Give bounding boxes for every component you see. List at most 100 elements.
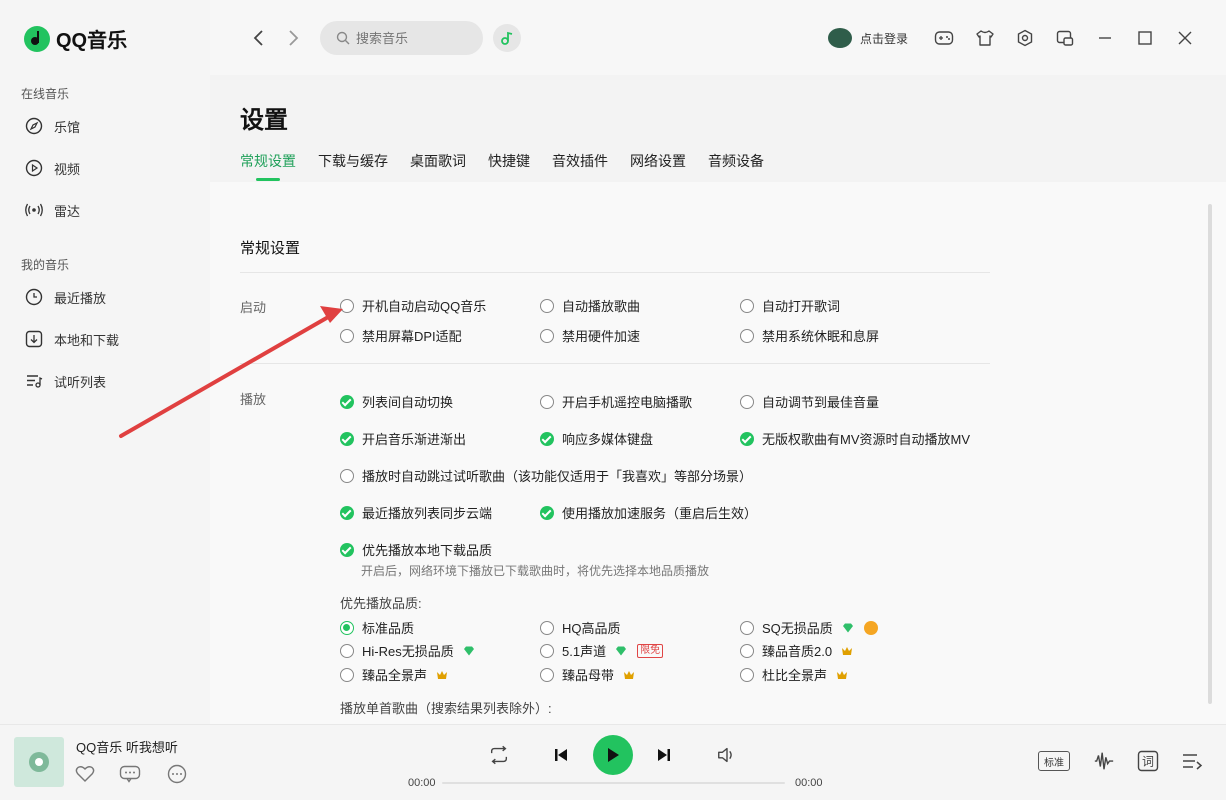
checkbox[interactable] bbox=[340, 298, 354, 313]
more-button[interactable] bbox=[166, 763, 188, 785]
radio[interactable] bbox=[740, 667, 754, 682]
music-recognition-button[interactable] bbox=[493, 24, 521, 52]
checkbox-checked[interactable] bbox=[540, 431, 554, 446]
tab-audio-plugins[interactable]: 音效插件 bbox=[552, 151, 608, 181]
page-title: 设置 bbox=[240, 107, 288, 134]
checkbox[interactable] bbox=[340, 328, 354, 343]
login-button[interactable]: 点击登录 bbox=[828, 28, 908, 48]
minimize-button[interactable] bbox=[1095, 28, 1115, 48]
radio[interactable] bbox=[540, 667, 554, 682]
sidebar-item-recent[interactable]: 最近播放 bbox=[24, 287, 106, 307]
quality-master2[interactable]: 臻品音质2.0 bbox=[740, 641, 853, 660]
sidebar-item-trial-list[interactable]: 试听列表 bbox=[24, 371, 106, 391]
close-button[interactable] bbox=[1175, 28, 1195, 48]
forward-button[interactable] bbox=[282, 26, 306, 50]
checkbox-checked[interactable] bbox=[340, 505, 354, 520]
playlist-button[interactable] bbox=[1181, 751, 1203, 773]
tab-audio-device[interactable]: 音频设备 bbox=[708, 151, 764, 181]
mini-mode-button[interactable] bbox=[1055, 28, 1075, 48]
quality-sq[interactable]: SQ无损品质 bbox=[740, 618, 878, 637]
diamond-icon bbox=[842, 623, 853, 632]
option-auto-start[interactable]: 开机自动启动QQ音乐 bbox=[340, 296, 486, 315]
scrollbar[interactable] bbox=[1208, 204, 1212, 704]
tab-general[interactable]: 常规设置 bbox=[240, 151, 296, 181]
like-button[interactable] bbox=[74, 763, 96, 785]
checkbox-checked[interactable] bbox=[540, 505, 554, 520]
maximize-button[interactable] bbox=[1135, 28, 1155, 48]
option-label: 开机自动启动QQ音乐 bbox=[362, 299, 487, 314]
option-disable-hw-accel[interactable]: 禁用硬件加速 bbox=[540, 326, 640, 345]
option-phone-remote[interactable]: 开启手机遥控电脑播歌 bbox=[540, 392, 692, 411]
checkbox[interactable] bbox=[540, 328, 554, 343]
option-label: 播放时自动跳过试听歌曲（该功能仅适用于「我喜欢」等部分场景） bbox=[362, 469, 753, 484]
checkbox-checked[interactable] bbox=[340, 542, 354, 557]
checkbox[interactable] bbox=[340, 468, 354, 483]
sidebar-item-local-download[interactable]: 本地和下载 bbox=[24, 329, 119, 349]
checkbox[interactable] bbox=[740, 328, 754, 343]
option-accel-service[interactable]: 使用播放加速服务（重启后生效） bbox=[540, 503, 757, 522]
app-logo[interactable]: QQ音乐 bbox=[24, 24, 127, 53]
gamepad-button[interactable] bbox=[934, 28, 954, 48]
sound-effects-button[interactable] bbox=[1093, 750, 1115, 772]
search-input[interactable] bbox=[356, 30, 466, 46]
option-auto-lyrics[interactable]: 自动打开歌词 bbox=[740, 296, 840, 315]
sidebar-item-video[interactable]: 视频 bbox=[24, 158, 80, 178]
option-sync-recent[interactable]: 最近播放列表同步云端 bbox=[340, 503, 492, 522]
radio[interactable] bbox=[340, 643, 354, 658]
option-auto-volume[interactable]: 自动调节到最佳音量 bbox=[740, 392, 879, 411]
tab-desktop-lyrics[interactable]: 桌面歌词 bbox=[410, 151, 466, 181]
option-fade[interactable]: 开启音乐渐进渐出 bbox=[340, 429, 466, 448]
radio[interactable] bbox=[740, 620, 754, 635]
radio[interactable] bbox=[740, 643, 754, 658]
checkbox[interactable] bbox=[740, 298, 754, 313]
option-media-keys[interactable]: 响应多媒体键盘 bbox=[540, 429, 653, 448]
loop-mode-button[interactable] bbox=[488, 744, 510, 766]
volume-button[interactable] bbox=[716, 744, 738, 766]
option-disable-dpi[interactable]: 禁用屏幕DPI适配 bbox=[340, 326, 462, 345]
checkbox-checked[interactable] bbox=[340, 431, 354, 446]
option-auto-mv[interactable]: 无版权歌曲有MV资源时自动播放MV bbox=[740, 429, 970, 448]
song-title[interactable]: QQ音乐 听我想听 bbox=[76, 737, 178, 756]
settings-button[interactable] bbox=[1015, 28, 1035, 48]
previous-button[interactable] bbox=[550, 744, 572, 766]
comment-button[interactable] bbox=[119, 763, 141, 785]
checkbox[interactable] bbox=[740, 394, 754, 409]
option-local-quality[interactable]: 优先播放本地下载品质 bbox=[340, 540, 492, 559]
sidebar-item-music-hall[interactable]: 乐馆 bbox=[24, 116, 80, 136]
heart-icon bbox=[75, 766, 95, 782]
lyrics-button[interactable]: 词 bbox=[1137, 750, 1159, 772]
checkbox[interactable] bbox=[540, 298, 554, 313]
option-skip-trial[interactable]: 播放时自动跳过试听歌曲（该功能仅适用于「我喜欢」等部分场景） bbox=[340, 466, 752, 485]
quality-standard[interactable]: 标准品质 bbox=[340, 618, 414, 637]
sidebar-item-radar[interactable]: 雷达 bbox=[24, 200, 80, 220]
checkbox-checked[interactable] bbox=[740, 431, 754, 446]
radio-selected[interactable] bbox=[340, 620, 354, 635]
option-label: SQ无损品质 bbox=[762, 621, 833, 636]
quality-atmos-premium[interactable]: 臻品全景声 bbox=[340, 665, 448, 684]
progress-bar[interactable] bbox=[442, 782, 785, 784]
video-icon bbox=[24, 158, 44, 178]
skin-button[interactable] bbox=[975, 28, 995, 48]
radio[interactable] bbox=[540, 643, 554, 658]
quality-hq[interactable]: HQ高品质 bbox=[540, 618, 621, 637]
option-auto-switch-list[interactable]: 列表间自动切换 bbox=[340, 392, 453, 411]
checkbox[interactable] bbox=[540, 394, 554, 409]
album-cover[interactable] bbox=[14, 737, 64, 787]
search-box[interactable] bbox=[320, 21, 483, 55]
quality-hires[interactable]: Hi-Res无损品质 bbox=[340, 641, 475, 660]
tab-shortcuts[interactable]: 快捷键 bbox=[488, 151, 530, 181]
next-button[interactable] bbox=[653, 744, 675, 766]
tab-network[interactable]: 网络设置 bbox=[630, 151, 686, 181]
tab-download-cache[interactable]: 下载与缓存 bbox=[318, 151, 388, 181]
play-button[interactable] bbox=[593, 735, 633, 775]
quality-master-tape[interactable]: 臻品母带 bbox=[540, 665, 635, 684]
quality-51[interactable]: 5.1声道 限免 bbox=[540, 641, 664, 660]
checkbox-checked[interactable] bbox=[340, 394, 354, 409]
option-auto-play[interactable]: 自动播放歌曲 bbox=[540, 296, 640, 315]
radio[interactable] bbox=[340, 667, 354, 682]
radio[interactable] bbox=[540, 620, 554, 635]
quality-dolby-atmos[interactable]: 杜比全景声 bbox=[740, 665, 848, 684]
back-button[interactable] bbox=[246, 26, 270, 50]
quality-button[interactable]: 标准 bbox=[1038, 751, 1070, 771]
option-disable-sleep[interactable]: 禁用系统休眠和息屏 bbox=[740, 326, 879, 345]
